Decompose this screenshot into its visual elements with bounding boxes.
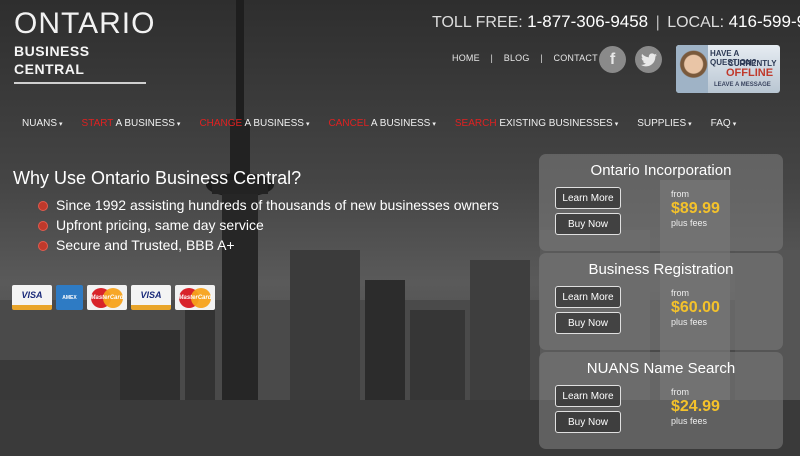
nav-item-nuans[interactable]: NUANS ▾ <box>22 118 63 129</box>
price-fees: plus fees <box>671 218 708 228</box>
main-nav: NUANS ▾ START A BUSINESS ▾ CHANGE A BUSINE… <box>22 118 755 129</box>
nav-label: NUANS <box>22 118 58 129</box>
top-link-contact[interactable]: CONTACT <box>554 53 598 63</box>
price-fees: plus fees <box>671 416 708 426</box>
payment-cards: VISA AMEX MasterCard VISA MasterCard <box>12 285 219 310</box>
nav-item-search-businesses[interactable]: SEARCH EXISTING BUSINESSES ▾ <box>455 118 618 129</box>
top-link-separator: | <box>490 53 494 63</box>
facebook-glyph: f <box>609 50 616 68</box>
page-heading: Why Use Ontario Business Central? <box>13 168 302 188</box>
price-from: from <box>671 288 689 298</box>
learn-more-button[interactable]: Learn More <box>555 385 621 407</box>
chevron-down-icon: ▾ <box>614 121 619 128</box>
nav-item-change-business[interactable]: CHANGE A BUSINESS ▾ <box>199 118 309 129</box>
visa-card-icon: VISA <box>131 285 171 310</box>
panel-title: Ontario Incorporation <box>590 162 732 179</box>
learn-more-button[interactable]: Learn More <box>555 286 621 308</box>
logo-underline <box>14 82 146 84</box>
mastercard-label: MasterCard <box>90 294 124 301</box>
nav-item-cancel-business[interactable]: CANCEL A BUSINESS ▾ <box>328 118 435 129</box>
twitter-icon[interactable] <box>635 46 662 73</box>
benefits-list: Since 1992 assisting hundreds of thousan… <box>38 195 499 255</box>
logo-title: ONTARIO <box>14 7 156 40</box>
chevron-down-icon: ▾ <box>59 121 63 128</box>
chat-leave-message: LEAVE A MESSAGE <box>714 82 771 88</box>
list-item: Secure and Trusted, BBB A+ <box>38 235 499 255</box>
price-from: from <box>671 189 689 199</box>
price-value: $24.99 <box>671 398 720 415</box>
local-number[interactable]: 416-599-9009 <box>729 12 800 31</box>
top-links: HOME | BLOG | CONTACT <box>452 53 598 63</box>
chevron-down-icon: ▾ <box>176 121 181 128</box>
buy-now-button[interactable]: Buy Now <box>555 312 621 334</box>
price-block: from $60.00 plus fees <box>671 288 720 327</box>
price-value: $89.99 <box>671 200 720 217</box>
buy-now-button[interactable]: Buy Now <box>555 411 621 433</box>
top-link-home[interactable]: HOME <box>452 53 480 63</box>
panel-nuans-name-search: NUANS Name Search Learn More Buy Now fro… <box>539 352 783 449</box>
nav-highlight: CANCEL <box>328 118 369 129</box>
local-label: LOCAL: <box>667 14 725 31</box>
phone-numbers: TOLL FREE: 1-877-306-9458 | LOCAL: 416-5… <box>432 12 800 32</box>
panel-business-registration: Business Registration Learn More Buy Now… <box>539 253 783 350</box>
buy-now-button[interactable]: Buy Now <box>555 213 621 235</box>
list-item: Upfront pricing, same day service <box>38 215 499 235</box>
panel-title: NUANS Name Search <box>586 360 736 377</box>
nav-item-start-business[interactable]: START A BUSINESS ▾ <box>82 118 181 129</box>
nav-label: A BUSINESS <box>368 118 431 129</box>
facebook-icon[interactable]: f <box>599 46 626 73</box>
live-chat-widget[interactable]: HAVE A QUESTION? CURRENTLY OFFLINE LEAVE… <box>676 45 780 93</box>
nav-item-supplies[interactable]: SUPPLIES ▾ <box>637 118 691 129</box>
site-logo[interactable]: ONTARIO BUSINESS CENTRAL <box>14 8 154 84</box>
amex-card-icon: AMEX <box>56 285 83 310</box>
chevron-down-icon: ▾ <box>732 121 737 128</box>
price-from: from <box>671 387 689 397</box>
nav-label: A BUSINESS <box>113 118 175 129</box>
mastercard-icon: MasterCard <box>175 285 215 310</box>
phone-separator: | <box>655 14 660 31</box>
nav-label: EXISTING BUSINESSES <box>496 118 613 129</box>
nav-highlight: CHANGE <box>199 118 243 129</box>
nav-label: SUPPLIES <box>637 118 687 129</box>
top-link-separator: | <box>540 53 543 63</box>
toll-free-label: TOLL FREE: <box>432 14 523 31</box>
price-block: from $89.99 plus fees <box>671 189 720 228</box>
twitter-bird-icon <box>640 52 657 66</box>
top-link-blog[interactable]: BLOG <box>504 53 530 63</box>
nav-label: A BUSINESS <box>242 118 304 129</box>
nav-item-faq[interactable]: FAQ ▾ <box>711 118 737 129</box>
list-item: Since 1992 assisting hundreds of thousan… <box>38 195 499 215</box>
nav-label: FAQ <box>710 118 731 129</box>
support-agent-image <box>676 45 708 93</box>
price-value: $60.00 <box>671 299 720 316</box>
panel-ontario-incorporation: Ontario Incorporation Learn More Buy Now… <box>539 154 783 251</box>
nav-highlight: START <box>81 118 114 129</box>
mastercard-icon: MasterCard <box>87 285 127 310</box>
price-block: from $24.99 plus fees <box>671 387 720 426</box>
price-fees: plus fees <box>671 317 708 327</box>
logo-subtitle: BUSINESS CENTRAL <box>14 43 90 77</box>
chevron-down-icon: ▾ <box>432 121 436 128</box>
visa-card-icon: VISA <box>12 285 52 310</box>
chat-status-offline: OFFLINE <box>726 67 774 79</box>
learn-more-button[interactable]: Learn More <box>555 187 621 209</box>
toll-free-number[interactable]: 1-877-306-9458 <box>527 12 648 31</box>
panel-title: Business Registration <box>588 261 734 278</box>
chevron-down-icon: ▾ <box>688 121 692 128</box>
service-panels: Ontario Incorporation Learn More Buy Now… <box>539 154 783 451</box>
chevron-down-icon: ▾ <box>305 121 310 128</box>
mastercard-label: MasterCard <box>178 294 212 301</box>
nav-highlight: SEARCH <box>454 118 497 129</box>
